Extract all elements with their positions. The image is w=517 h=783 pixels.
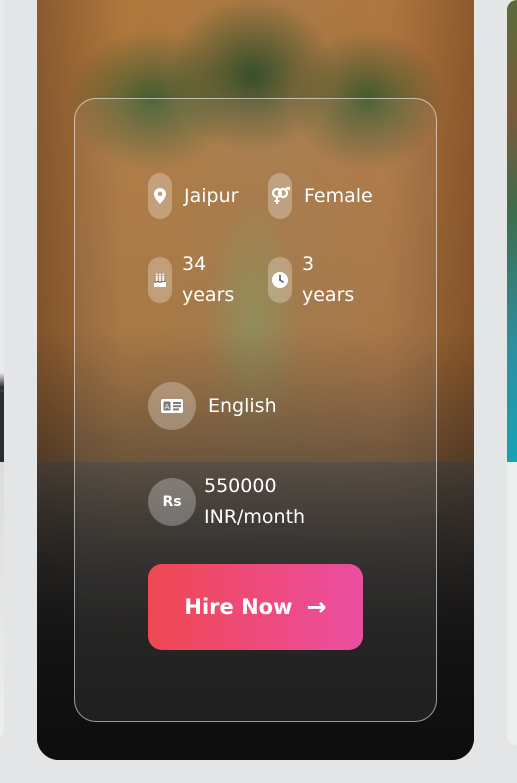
gender-icon bbox=[268, 173, 292, 219]
city-label: Jaipur bbox=[184, 185, 239, 207]
clock-icon bbox=[268, 257, 292, 303]
experience-label: 3 years bbox=[302, 253, 355, 306]
currency-badge-text: Rs bbox=[162, 494, 182, 510]
next-card[interactable] bbox=[507, 0, 517, 745]
arrow-right-icon: → bbox=[306, 593, 327, 621]
hire-now-button[interactable]: Hire Now → bbox=[148, 564, 363, 650]
gender-label: Female bbox=[304, 185, 373, 207]
previous-card-photo bbox=[0, 392, 4, 462]
language-icon: A bbox=[148, 382, 196, 430]
birthday-cake-icon bbox=[148, 257, 172, 303]
location-pin-icon bbox=[148, 173, 172, 219]
next-card-photo bbox=[507, 0, 517, 462]
experience-info: 3 years bbox=[268, 249, 354, 311]
age-info: 34 years bbox=[148, 249, 234, 311]
language-info: A English bbox=[148, 382, 277, 430]
previous-card[interactable] bbox=[0, 0, 4, 745]
rupee-icon: Rs bbox=[148, 478, 196, 526]
city-info: Jaipur bbox=[148, 173, 238, 219]
age-label: 34 years bbox=[182, 253, 235, 306]
language-label: English bbox=[208, 395, 277, 417]
salary-label: 550000 INR/month bbox=[204, 475, 306, 528]
salary-info: Rs 550000 INR/month bbox=[148, 471, 305, 533]
gender-info: Female bbox=[268, 173, 373, 219]
hire-now-label: Hire Now bbox=[184, 595, 293, 619]
profile-card: Jaipur Female 34 years 3 years A English bbox=[37, 0, 474, 760]
svg-text:A: A bbox=[165, 403, 170, 411]
